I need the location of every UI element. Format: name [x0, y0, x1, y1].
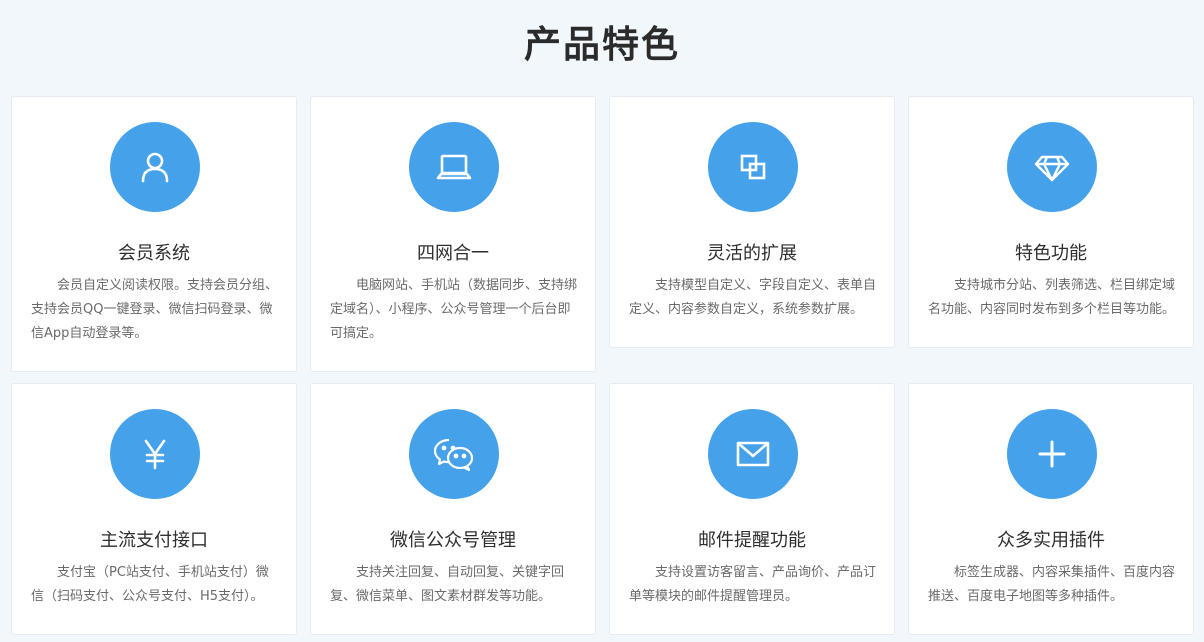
feature-title: 四网合一	[417, 243, 489, 264]
feature-description: 支持关注回复、自动回复、关键字回复、微信菜单、图文素材群发等功能。	[330, 565, 565, 604]
feature-title: 邮件提醒功能	[698, 530, 806, 551]
feature-title: 特色功能	[1015, 243, 1087, 264]
feature-card-payment[interactable]: 主流支付接口 支付宝（PC站支付、手机站支付）微信（扫码支付、公众号支付、H5支…	[11, 383, 297, 635]
feature-description: 支持城市分站、列表筛选、栏目绑定域名功能、内容同时发布到多个栏目等功能。	[928, 278, 1176, 317]
feature-description: 支持模型自定义、字段自定义、表单自定义、内容参数自定义，系统参数扩展。	[629, 278, 877, 317]
laptop-icon	[409, 122, 499, 212]
feature-card-wechat[interactable]: 微信公众号管理 支持关注回复、自动回复、关键字回复、微信菜单、图文素材群发等功能…	[310, 383, 596, 635]
feature-title: 众多实用插件	[997, 530, 1105, 551]
feature-card-extension[interactable]: 灵活的扩展 支持模型自定义、字段自定义、表单自定义、内容参数自定义，系统参数扩展…	[609, 96, 895, 348]
feature-description: 支持设置访客留言、产品询价、产品订单等模块的邮件提醒管理员。	[629, 565, 877, 604]
wechat-icon	[409, 409, 499, 499]
feature-card-special[interactable]: 特色功能 支持城市分站、列表筛选、栏目绑定域名功能、内容同时发布到多个栏目等功能…	[908, 96, 1194, 348]
feature-description: 标签生成器、内容采集插件、百度内容推送、百度电子地图等多种插件。	[928, 565, 1176, 604]
feature-card-mail[interactable]: 邮件提醒功能 支持设置访客留言、产品询价、产品订单等模块的邮件提醒管理员。	[609, 383, 895, 635]
mail-icon	[708, 409, 798, 499]
feature-title: 主流支付接口	[100, 530, 208, 551]
yen-icon	[110, 409, 200, 499]
feature-description: 支付宝（PC站支付、手机站支付）微信（扫码支付、公众号支付、H5支付）。	[31, 565, 269, 604]
feature-title: 微信公众号管理	[390, 530, 516, 551]
user-icon	[110, 122, 200, 212]
extend-icon	[708, 122, 798, 212]
section-title: 产品特色	[524, 23, 680, 66]
feature-card-member[interactable]: 会员系统 会员自定义阅读权限。支持会员分组、支持会员QQ一键登录、微信扫码登录、…	[11, 96, 297, 372]
diamond-icon	[1007, 122, 1097, 212]
plus-icon	[1007, 409, 1097, 499]
feature-card-four-in-one[interactable]: 四网合一 电脑网站、手机站（数据同步、支持绑定域名）、小程序、公众号管理一个后台…	[310, 96, 596, 372]
feature-description: 会员自定义阅读权限。支持会员分组、支持会员QQ一键登录、微信扫码登录、微信App…	[31, 278, 279, 341]
feature-description: 电脑网站、手机站（数据同步、支持绑定域名）、小程序、公众号管理一个后台即可搞定。	[330, 278, 578, 341]
feature-title: 会员系统	[118, 243, 190, 264]
feature-title: 灵活的扩展	[707, 243, 797, 264]
feature-card-plugins[interactable]: 众多实用插件 标签生成器、内容采集插件、百度内容推送、百度电子地图等多种插件。	[908, 383, 1194, 635]
